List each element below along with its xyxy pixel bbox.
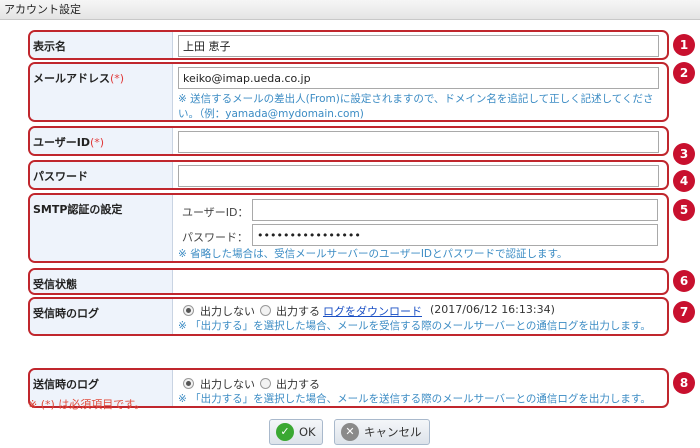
cancel-button-label: キャンセル	[364, 425, 422, 439]
callout-badge-1: 1	[673, 34, 695, 56]
display-name-row: 表示名	[28, 30, 669, 60]
email-label-cell: メールアドレス(*)	[30, 64, 173, 120]
send-log-on-radio[interactable]	[260, 378, 271, 389]
callout-badge-4: 4	[673, 170, 695, 192]
callout-badge-3: 3	[673, 143, 695, 165]
cancel-button[interactable]: ✕ キャンセル	[334, 419, 430, 445]
x-circle-icon: ✕	[341, 423, 359, 441]
user-id-input[interactable]	[178, 131, 659, 153]
email-row: メールアドレス(*) ※ 送信するメールの差出人(From)に設定されますので、…	[28, 62, 669, 122]
user-id-label-cell: ユーザーID(*)	[30, 128, 173, 154]
receive-log-label: 受信時のログ	[30, 299, 173, 334]
display-name-input[interactable]	[178, 35, 659, 57]
smtp-user-label: ユーザーID：	[182, 206, 249, 219]
email-label: メールアドレス	[33, 72, 110, 85]
callout-badge-8: 8	[673, 372, 695, 394]
callout-badge-6: 6	[673, 270, 695, 292]
receive-log-timestamp: (2017/06/12 16:13:34)	[430, 303, 555, 316]
receive-log-on-label[interactable]: 出力する	[276, 303, 320, 319]
smtp-password-input[interactable]	[252, 224, 658, 246]
ok-button[interactable]: ✓ OK	[269, 419, 323, 445]
receive-log-note: ※ 「出力する」を選択した場合、メールを受信する際のメールサーバーとの通信ログを…	[178, 320, 651, 332]
user-id-required-mark: (*)	[90, 136, 105, 149]
send-log-off-radio[interactable]	[183, 378, 194, 389]
window-title: アカウント設定	[0, 0, 700, 20]
receive-log-off-label[interactable]: 出力しない	[200, 303, 255, 319]
user-id-row: ユーザーID(*)	[28, 126, 669, 156]
password-row: パスワード	[28, 160, 669, 190]
email-note-line2: い。（例：yamada@mydomain.com)	[178, 108, 364, 120]
ok-button-label: OK	[299, 425, 316, 439]
smtp-note: ※ 省略した場合は、受信メールサーバーのユーザーIDとパスワードで認証します。	[178, 248, 568, 260]
send-log-note: ※ 「出力する」を選択した場合、メールを送信する際のメールサーバーとの通信ログを…	[178, 393, 651, 405]
user-id-label: ユーザーID	[33, 136, 91, 149]
receive-log-on-radio[interactable]	[260, 305, 271, 316]
callout-badge-5: 5	[673, 199, 695, 221]
callout-badge-2: 2	[673, 62, 695, 84]
password-label: パスワード	[30, 162, 173, 188]
smtp-user-input[interactable]	[252, 199, 658, 221]
smtp-label: SMTP認証の設定	[30, 195, 173, 261]
receive-status-label: 受信状態	[30, 270, 173, 293]
check-circle-icon: ✓	[276, 423, 294, 441]
receive-log-off-radio[interactable]	[183, 305, 194, 316]
display-name-label: 表示名	[30, 32, 173, 58]
email-note-line1: ※ 送信するメールの差出人(From)に設定されますので、ドメイン名を追記して正…	[178, 93, 654, 105]
required-footnote: ※ (*) は必須項目です。	[28, 398, 146, 411]
receive-status-row: 受信状態	[28, 268, 669, 295]
receive-log-row: 受信時のログ 出力しない 出力する ログをダウンロード (2017/06/12 …	[28, 297, 669, 336]
callout-badge-7: 7	[673, 301, 695, 323]
smtp-password-label: パスワード：	[182, 231, 248, 244]
download-log-link[interactable]: ログをダウンロード	[323, 303, 422, 319]
send-log-on-label[interactable]: 出力する	[276, 376, 320, 392]
email-input[interactable]	[178, 67, 659, 89]
password-input[interactable]	[178, 165, 659, 187]
email-required-mark: (*)	[110, 72, 125, 85]
send-log-off-label[interactable]: 出力しない	[200, 376, 255, 392]
smtp-row: SMTP認証の設定 ユーザーID： パスワード： ※ 省略した場合は、受信メール…	[28, 193, 669, 263]
